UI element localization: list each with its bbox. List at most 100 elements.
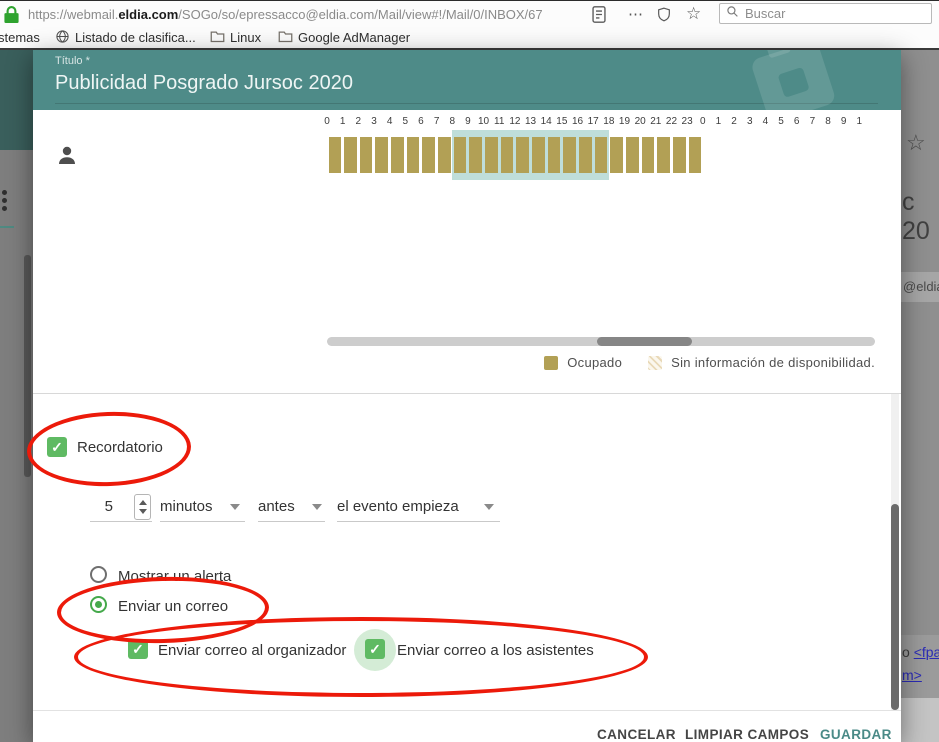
- hour-label: 5: [773, 116, 789, 127]
- folder-icon: [210, 30, 225, 46]
- busy-block: [548, 137, 561, 173]
- reminder-checkbox[interactable]: ✓: [47, 437, 67, 457]
- bookmark-item[interactable]: Linux: [210, 29, 261, 46]
- url-path: /SOGo/so/epressacco@eldia.com/Mail/view#…: [178, 7, 542, 22]
- tracking-shield-icon[interactable]: [656, 6, 672, 28]
- organizer-person-icon: [56, 143, 82, 172]
- busy-legend-swatch: [544, 356, 558, 370]
- chevron-down-icon[interactable]: [312, 504, 322, 510]
- check-icon: ✓: [369, 641, 381, 657]
- email-organizer-label: Enviar correo al organizador: [158, 642, 346, 659]
- hour-label: 20: [632, 116, 648, 127]
- hour-label: 2: [726, 116, 742, 127]
- hour-label: 17: [585, 116, 601, 127]
- cancel-button[interactable]: CANCELAR: [597, 727, 676, 742]
- bookmarks-bar: stemas Listado de clasifica... Linux Goo…: [0, 27, 939, 48]
- busy-block: [516, 137, 529, 173]
- busy-block: [407, 137, 420, 173]
- hour-label: 9: [836, 116, 852, 127]
- dimmed-sender-chip: @eldia: [901, 272, 939, 302]
- busy-block: [610, 137, 623, 173]
- dimmed-sender-fragment: @eldia: [903, 279, 939, 294]
- url-domain: eldia.com: [118, 7, 178, 22]
- hour-label: 3: [742, 116, 758, 127]
- unit-select[interactable]: minutos: [160, 498, 213, 515]
- hour-label: 6: [789, 116, 805, 127]
- kebab-menu-icon: [2, 190, 7, 195]
- busy-block: [375, 137, 388, 173]
- hour-label: 13: [523, 116, 539, 127]
- title-input-underline: [55, 103, 878, 104]
- hour-label: 0: [695, 116, 711, 127]
- radio-show-alert-label: Mostrar un alerta: [118, 568, 231, 585]
- title-input[interactable]: Publicidad Posgrado Jursoc 2020: [55, 72, 353, 95]
- sogo-watermark-logo: [740, 50, 847, 110]
- reference-select[interactable]: el evento empieza: [337, 498, 459, 515]
- relation-select[interactable]: antes: [258, 498, 295, 515]
- kebab-menu-icon: [2, 198, 7, 203]
- bookmark-label: stemas: [0, 30, 40, 45]
- ssl-lock-icon: [3, 5, 20, 29]
- dimmed-quote-line: o <fpa: [902, 644, 939, 660]
- reminder-amount-input[interactable]: 5: [93, 498, 113, 515]
- email-organizer-checkbox[interactable]: ✓: [128, 639, 148, 659]
- busy-block: [485, 137, 498, 173]
- reminder-vscrollbar-thumb[interactable]: [891, 504, 899, 710]
- hour-label: 14: [538, 116, 554, 127]
- stepper-up-icon[interactable]: [139, 500, 147, 505]
- event-editor-dialog: Título * Publicidad Posgrado Jursoc 2020…: [33, 50, 901, 742]
- scheduler-hscrollbar[interactable]: [327, 337, 875, 346]
- clear-fields-button[interactable]: LIMPIAR CAMPOS: [685, 727, 809, 742]
- hour-label: 19: [616, 116, 632, 127]
- reminder-label: Recordatorio: [77, 439, 163, 456]
- chevron-down-icon[interactable]: [484, 504, 494, 510]
- bookmark-label: Google AdManager: [298, 30, 410, 45]
- page-scrollbar-thumb[interactable]: [24, 255, 31, 477]
- search-placeholder: Buscar: [745, 6, 785, 21]
- bookmark-star-icon[interactable]: ☆: [686, 5, 701, 22]
- search-icon: [726, 5, 739, 23]
- check-icon: ✓: [132, 641, 144, 657]
- busy-block: [642, 137, 655, 173]
- reference-underline: [337, 521, 500, 522]
- noinfo-legend-swatch: [648, 356, 662, 370]
- busy-block: [532, 137, 545, 173]
- url-prefix: https://webmail.: [28, 7, 118, 22]
- reader-mode-icon[interactable]: [592, 6, 606, 28]
- title-field-label: Título *: [55, 55, 90, 67]
- page-actions-icon[interactable]: ⋯: [628, 5, 644, 23]
- dialog-footer: CANCELAR LIMPIAR CAMPOS GUARDAR: [33, 710, 901, 742]
- address-bar[interactable]: https://webmail.eldia.com/SOGo/so/epress…: [28, 5, 588, 24]
- bookmark-label: Linux: [230, 30, 261, 45]
- chevron-down-icon[interactable]: [230, 504, 240, 510]
- hour-label: 9: [460, 116, 476, 127]
- busy-block: [595, 137, 608, 173]
- bookmark-item[interactable]: Listado de clasifica...: [55, 29, 196, 46]
- busy-block: [673, 137, 686, 173]
- search-input[interactable]: Buscar: [719, 3, 932, 24]
- busy-block: [579, 137, 592, 173]
- amount-stepper[interactable]: [134, 494, 151, 520]
- bookmark-item[interactable]: stemas: [0, 29, 40, 46]
- amount-underline: [90, 521, 152, 522]
- radio-show-alert[interactable]: [90, 566, 107, 583]
- radio-send-email[interactable]: [90, 596, 107, 613]
- busy-block: [454, 137, 467, 173]
- dimmed-page-bottom: [901, 698, 939, 742]
- save-button[interactable]: GUARDAR: [820, 727, 892, 742]
- dimmed-quote-line: m>: [902, 667, 922, 683]
- scheduler-hscrollbar-thumb[interactable]: [597, 337, 692, 346]
- hour-label: 10: [476, 116, 492, 127]
- hour-label: 4: [382, 116, 398, 127]
- hour-label: 12: [507, 116, 523, 127]
- relation-underline: [258, 521, 325, 522]
- email-attendees-checkbox[interactable]: ✓: [365, 639, 385, 659]
- hour-label: 22: [663, 116, 679, 127]
- stepper-down-icon[interactable]: [139, 509, 147, 514]
- hour-label: 1: [710, 116, 726, 127]
- busy-block: [391, 137, 404, 173]
- busy-block: [469, 137, 482, 173]
- bookmark-item[interactable]: Google AdManager: [278, 29, 410, 46]
- hour-label: 11: [491, 116, 507, 127]
- reminder-vscrollbar[interactable]: [891, 394, 899, 710]
